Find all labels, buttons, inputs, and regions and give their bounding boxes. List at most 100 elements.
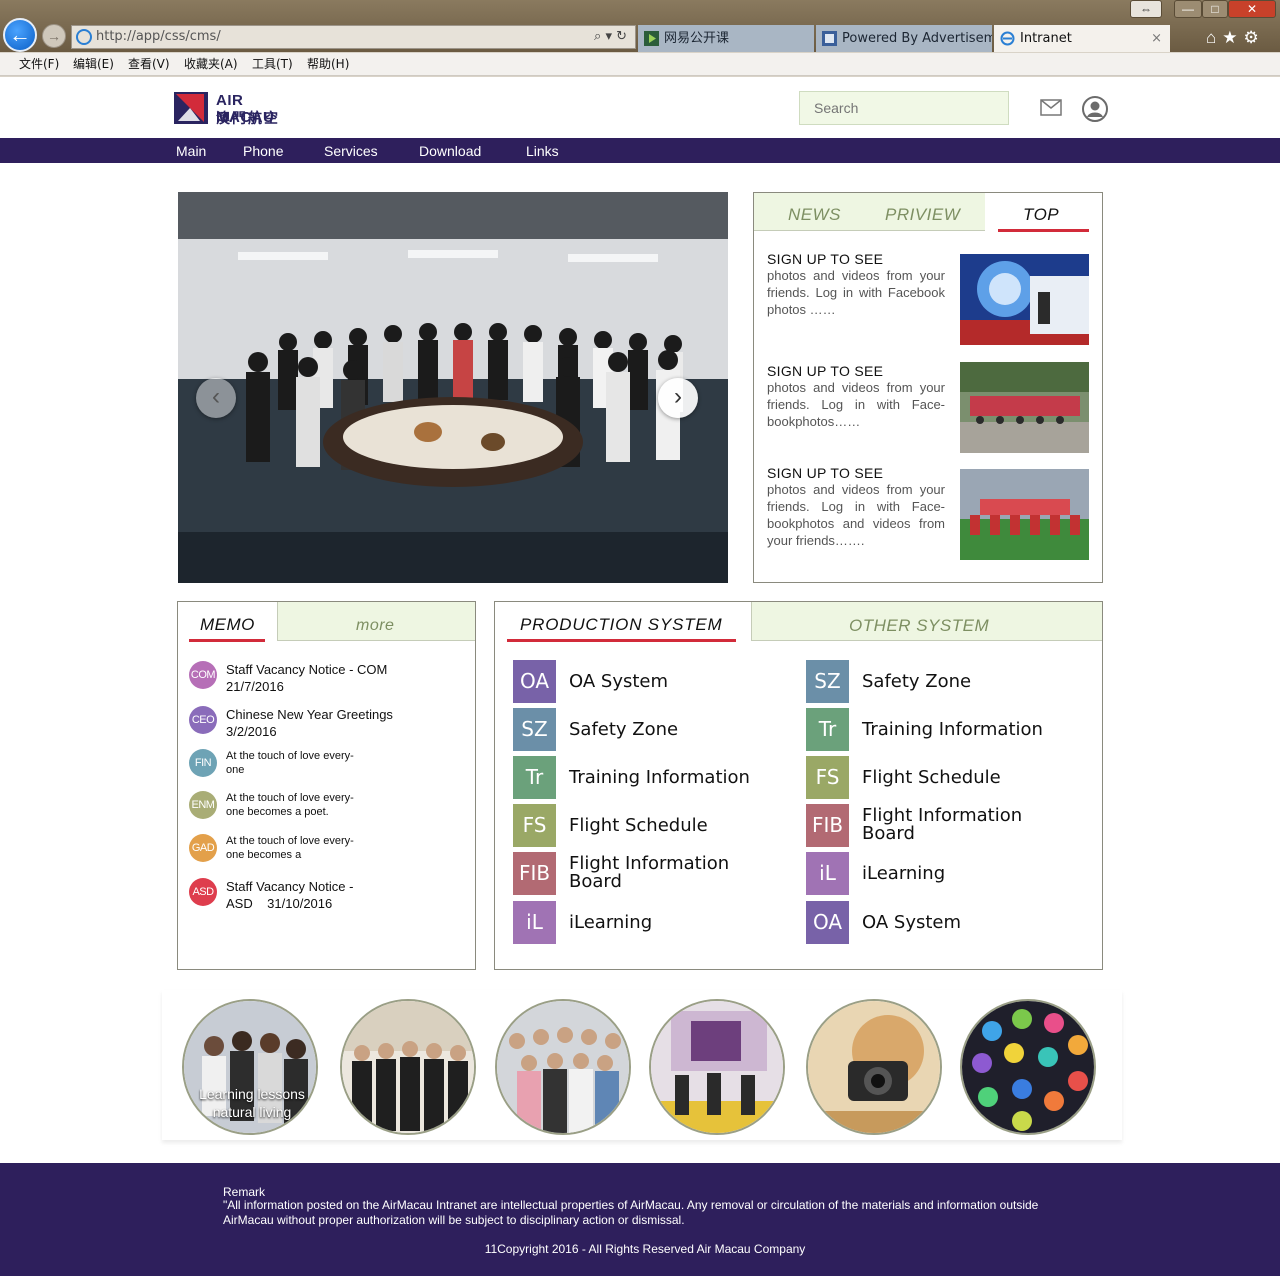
system-fib[interactable]: FIB Flight Information Board [513,852,773,896]
memo-line2: one becomes a poet. [226,806,329,818]
tab-production-system[interactable]: PRODUCTION SYSTEM [520,615,723,635]
search-refresh-icons[interactable]: ⌕ ▾ ↻ [594,26,627,48]
news-thumbnail[interactable] [960,469,1089,560]
close-window-icon[interactable]: ✕ [1228,0,1276,18]
memo-more-link[interactable]: more [356,617,394,635]
nav-item-main[interactable]: Main [176,138,206,164]
search-input[interactable] [799,91,1009,125]
news-item[interactable]: SIGN UP TO SEE photos and videos from yo… [767,251,945,318]
system-fs[interactable]: FS Flight Schedule [513,804,773,848]
system-oa-other[interactable]: OA OA System [806,901,1076,945]
news-thumbnail[interactable] [960,362,1089,453]
news-item[interactable]: SIGN UP TO SEE photos and videos from yo… [767,363,945,430]
news-panel: NEWS PRIVIEW TOP SIGN UP TO SEE photos a… [753,192,1103,583]
carousel-next-icon[interactable]: › [658,378,698,418]
memo-line2: 3/2/2016 [226,724,277,739]
nav-item-services[interactable]: Services [324,138,378,164]
air-macau-logo[interactable]: AIR MACAU 澳門航空 [174,92,299,127]
system-label: Flight Schedule [862,767,1001,788]
gallery-circle[interactable] [806,999,942,1135]
memo-line2: 21/7/2016 [226,679,284,694]
memo-text: At the touch of love every-one [226,749,354,777]
browser-chrome: ← → http://app/css/cms/ ⌕ ▾ ↻ 网易公开课 Powe… [0,0,1280,77]
gallery-circle[interactable] [495,999,631,1135]
home-favorites-settings-icons[interactable]: ⌂★⚙ [1206,28,1265,48]
menu-tools[interactable]: 工具(T) [252,53,293,76]
system-label: Training Information [569,767,750,788]
user-avatar-icon[interactable] [1082,96,1108,122]
tab-priview[interactable]: PRIVIEW [885,205,960,225]
mail-icon[interactable] [1040,99,1062,116]
nav-item-links[interactable]: Links [526,138,559,164]
close-tab-icon[interactable]: × [1151,25,1162,52]
menu-favorites[interactable]: 收藏夹(A) [184,53,238,76]
minimize-icon[interactable]: — [1174,0,1202,18]
tab-top[interactable]: TOP [1023,205,1059,225]
news-item[interactable]: SIGN UP TO SEE photos and videos from yo… [767,465,945,549]
gallery-circle[interactable]: Learning lessons natural living [182,999,318,1135]
gallery-circle[interactable] [649,999,785,1135]
carousel-prev-icon[interactable]: ‹ [196,378,236,418]
memo-title: MEMO [200,615,255,634]
menu-view[interactable]: 查看(V) [128,53,170,76]
memo-line1: At the touch of love every- [226,792,354,804]
gallery-circle[interactable] [960,999,1096,1135]
system-badge: OA [513,660,556,703]
memo-item[interactable]: GAD At the touch of love every-one becom… [189,834,459,866]
tab-news[interactable]: NEWS [788,205,841,225]
nav-item-download[interactable]: Download [419,138,481,164]
news-body: photos and videos from your friends. Log… [767,268,945,317]
system-fib-other[interactable]: FIB Flight Information Board [806,804,1076,848]
system-tr-other[interactable]: Tr Training Information [806,708,1076,752]
memo-panel: MEMO more COM Staff Vacancy Notice - COM… [177,601,476,970]
system-il[interactable]: iL iLearning [513,901,773,945]
system-label: Flight Schedule [569,815,708,836]
menu-edit[interactable]: 编辑(E) [73,53,114,76]
system-badge: Tr [806,708,849,751]
system-label: iLearning [569,912,653,933]
footer-remark-text: "All information posted on the AirMacau … [223,1198,1039,1227]
systems-panel: PRODUCTION SYSTEM OTHER SYSTEM OA OA Sys… [494,601,1103,970]
gallery-circle[interactable] [340,999,476,1135]
back-arrow-icon[interactable]: ← [3,18,37,52]
tab-netease[interactable]: 网易公开课 [638,25,814,52]
resize-icon[interactable]: ⇔ [1130,0,1162,18]
system-fs-other[interactable]: FS Flight Schedule [806,756,1076,800]
gallery-caption: Learning lessons natural living [199,1086,305,1120]
nav-item-phone[interactable]: Phone [243,138,283,164]
system-badge: SZ [513,708,556,751]
memo-item[interactable]: COM Staff Vacancy Notice - COM 21/7/2016 [189,661,459,694]
main-nav: Main Phone Services Download Links [0,138,1280,163]
menu-help[interactable]: 帮助(H) [307,53,349,76]
news-title: SIGN UP TO SEE [767,363,884,379]
menu-file[interactable]: 文件(F) [19,53,59,76]
system-tr[interactable]: Tr Training Information [513,756,773,800]
memo-item[interactable]: ENM At the touch of love every-one becom… [189,791,459,823]
address-bar[interactable]: http://app/css/cms/ ⌕ ▾ ↻ [71,25,636,49]
news-body: photos and videos from your friends. Log… [767,482,945,548]
memo-badge-fin: FIN [189,749,217,777]
news-thumbnail[interactable] [960,254,1089,345]
footer: Remark "All information posted on the Ai… [0,1163,1280,1276]
memo-text: At the touch of love every-one becomes a… [226,791,354,819]
maximize-icon[interactable]: □ [1202,0,1228,18]
tab-intranet[interactable]: Intranet × [994,25,1170,52]
system-il-other[interactable]: iL iLearning [806,852,1076,896]
tab-advertisement[interactable]: Powered By Advertisem... [816,25,992,52]
memo-item[interactable]: FIN At the touch of love every-one [189,749,459,781]
tab-label: Intranet [1020,31,1072,46]
system-label: Training Information [862,719,1043,740]
forward-arrow-icon[interactable]: → [42,24,66,48]
system-oa[interactable]: OA OA System [513,660,773,704]
system-sz-other[interactable]: SZ Safety Zone [806,660,1076,704]
tab-other-system[interactable]: OTHER SYSTEM [849,616,989,636]
tab-label: Powered By Advertisem... [842,31,992,46]
footer-copyright: 11Copyright 2016 - All Rights Reserved A… [484,1242,806,1256]
system-sz[interactable]: SZ Safety Zone [513,708,773,752]
group-photo-illustration [178,192,728,583]
system-badge: iL [513,901,556,944]
memo-item[interactable]: CEO Chinese New Year Greetings 3/2/2016 [189,706,459,739]
news-title: SIGN UP TO SEE [767,251,884,267]
memo-item[interactable]: ASD Staff Vacancy Notice - ASD 31/10/2016 [189,878,459,911]
system-badge: FIB [513,852,556,895]
